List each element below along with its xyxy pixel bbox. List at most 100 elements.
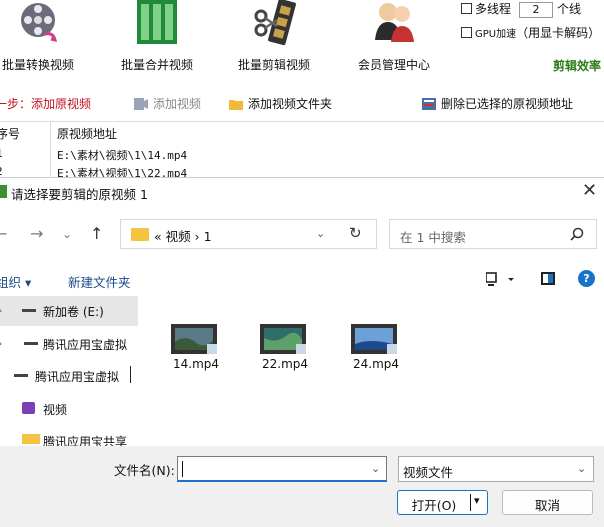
nav-item-videos[interactable]: 视频 [0,394,138,424]
batch-convert-button[interactable]: 批量转换视频 [0,0,98,80]
header-index: 序号 [0,127,21,141]
folder-icon [131,228,149,241]
open-button-label: 打开(O) [411,498,457,513]
app-toolbar: 批量转换视频 批量合并视频 批量剪辑视频 会员管理中心 多线程 2 个线 GPU… [0,0,604,80]
close-icon[interactable]: ✕ [582,180,597,201]
batch-cut-button[interactable]: 批量剪辑视频 [214,0,334,80]
multithread-checkbox[interactable] [461,3,472,14]
chevron-down-icon[interactable]: ⌄ [371,462,380,475]
file-item[interactable]: 24.mp4 [341,320,411,376]
delete-selected-button[interactable]: 删除已选择的原视频地址 [422,95,573,112]
address-path: « 视频 › 1 [154,229,212,244]
row-index: 1 [0,147,46,160]
nav-item-new-volume[interactable]: › 新加卷 (E:) [0,296,138,326]
delete-selected-label: 删除已选择的原视频地址 [441,97,574,111]
preview-pane-icon[interactable] [541,272,555,285]
dialog-commandbar: 组织 ▾ 新建文件夹 ? [0,268,604,294]
file-item[interactable]: 22.mp4 [250,320,320,376]
drive-icon [24,342,38,345]
film-reel-icon [21,3,58,43]
add-folder-button[interactable]: 添加视频文件夹 [229,95,332,112]
row-path: E:\素材\视频\1\22.mp4 [57,167,188,177]
gpu-option: GPU加速（用显卡解码） [461,24,600,41]
file-list: 14.mp4 22.mp4 24.mp4 [138,296,604,446]
delete-list-icon [422,98,436,110]
help-icon[interactable]: ? [578,270,595,287]
folder-icon [22,434,40,444]
file-name: 14.mp4 [172,357,220,371]
nav-item-label: 腾讯应用宝共享 [43,435,128,446]
drive-icon [22,309,36,312]
cancel-button-label: 取消 [534,498,560,513]
video-list-table: 序号 原视频地址 1 E:\素材\视频\1\14.mp4 2 E:\素材\视频\… [0,121,604,178]
row-index: 2 [0,165,46,177]
efficiency-label: 剪辑效率 [553,59,602,73]
gpu-note: （用显卡解码） [516,26,601,40]
tool-label: 批量转换视频 [1,58,74,72]
nav-item-tencent-virtual[interactable]: › 腾讯应用宝虚拟 [0,329,138,359]
video-library-icon [22,402,35,414]
app-icon [0,185,7,198]
steps-bar: 一步：添加原视频 添加视频 添加视频文件夹 删除已选择的原视频地址 [0,90,604,116]
batch-merge-button[interactable]: 批量合并视频 [97,0,217,80]
table-header: 序号 原视频地址 [0,125,604,143]
tool-label: 批量合并视频 [120,58,193,72]
thread-count-input[interactable]: 2 [519,2,554,18]
step1-label: 一步：添加原视频 [0,97,92,111]
dialog-footer: 文件名(N): ⌄ 视频文件 ⌄ 打开(O) ▾ 取消 [0,446,604,527]
multithread-option: 多线程 2 个线 [461,0,604,18]
nav-item-label: 腾讯应用宝虚拟 [43,338,128,352]
split-divider [470,494,471,511]
chevron-down-icon[interactable]: ⌄ [62,227,72,241]
row-path: E:\素材\视频\1\14.mp4 [57,149,188,162]
open-button[interactable]: 打开(O) ▾ [397,490,488,515]
gpu-checkbox[interactable] [461,27,472,38]
filetype-select[interactable]: 视频文件 ⌄ [398,456,594,482]
back-arrow-icon[interactable]: ← [0,224,7,243]
file-name: 24.mp4 [352,357,400,371]
new-folder-button[interactable]: 新建文件夹 [68,272,131,291]
chevron-right-icon[interactable]: › [0,337,2,350]
video-file-icon [260,324,306,354]
dialog-navbar: ← → ⌄ ↑ « 视频 › 1 ⌄ ↻ 在 1 中搜索 [0,216,604,250]
table-row[interactable]: 2 E:\素材\视频\1\22.mp4 [0,165,604,177]
organize-menu[interactable]: 组织 ▾ [0,272,31,291]
member-center-button[interactable]: 会员管理中心 [334,0,454,80]
chevron-right-icon[interactable]: › [0,304,2,317]
table-row[interactable]: 1 E:\素材\视频\1\14.mp4 [0,147,604,165]
chevron-down-icon[interactable]: ⌄ [577,462,586,475]
view-options-icon[interactable] [486,272,516,288]
search-input[interactable]: 在 1 中搜索 [389,219,597,249]
text-cursor [130,366,131,383]
gpu-label: GPU加速 [475,29,517,40]
multithread-label: 多线程 [475,2,512,16]
header-path: 原视频地址 [57,127,118,141]
search-placeholder: 在 1 中搜索 [400,230,466,245]
dialog-title: 请选择要剪辑的原视频 1 [11,187,148,202]
filename-input[interactable]: ⌄ [177,456,387,482]
address-bar[interactable]: « 视频 › 1 ⌄ ↻ [120,219,377,249]
file-name: 22.mp4 [261,357,309,371]
dropdown-arrow-icon[interactable]: ▾ [474,494,480,507]
refresh-icon[interactable]: ↻ [349,224,362,242]
chevron-down-icon[interactable]: ⌄ [316,227,325,240]
film-scissors-icon [254,0,296,46]
video-file-icon [134,98,148,110]
nav-item-tencent-shared[interactable]: 腾讯应用宝共享 [0,424,138,446]
cancel-button[interactable]: 取消 [502,490,593,515]
add-folder-label: 添加视频文件夹 [248,97,333,111]
video-file-icon [351,324,397,354]
merge-grid-icon [137,0,177,44]
video-file-icon [171,324,217,354]
nav-item-tencent-virtual[interactable]: 腾讯应用宝虚拟 [0,361,138,391]
file-item[interactable]: 14.mp4 [161,320,231,376]
filename-label: 文件名(N): [114,463,175,478]
add-video-button[interactable]: 添加视频 [134,95,201,112]
dialog-titlebar: 请选择要剪辑的原视频 1 ✕ [0,178,604,206]
folder-icon [229,100,243,110]
forward-arrow-icon[interactable]: → [30,224,43,243]
up-arrow-icon[interactable]: ↑ [90,224,103,243]
text-caret [182,461,183,477]
users-icon [375,3,414,42]
drive-icon [14,374,28,377]
